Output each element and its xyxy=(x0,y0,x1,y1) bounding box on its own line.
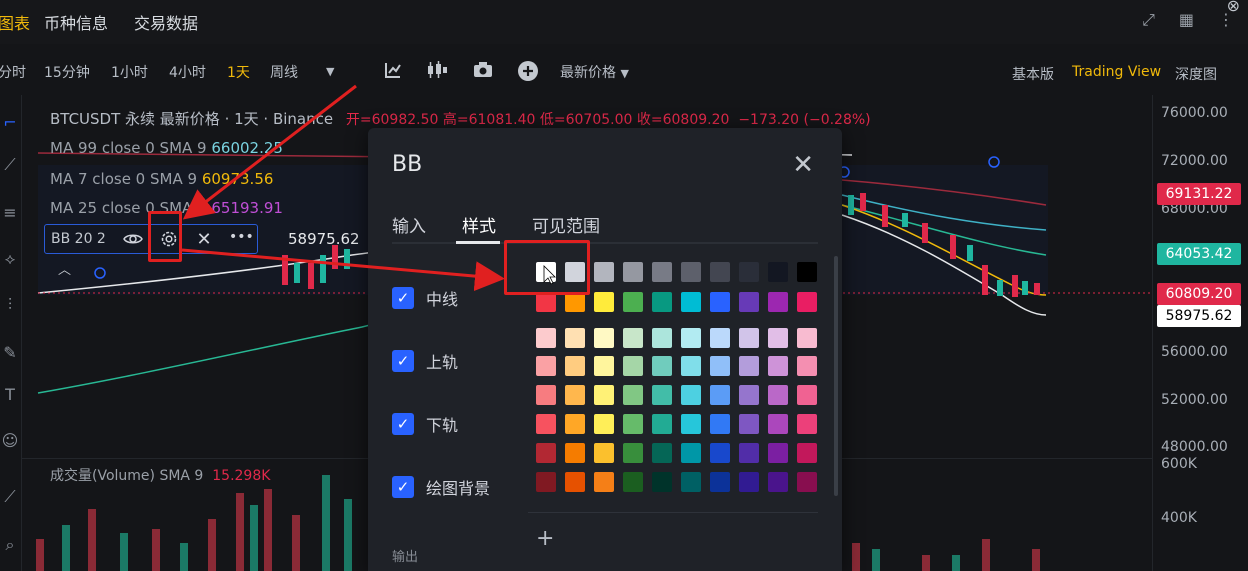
annotation-arrows xyxy=(181,84,556,292)
cursor-pointer-icon xyxy=(543,265,556,285)
